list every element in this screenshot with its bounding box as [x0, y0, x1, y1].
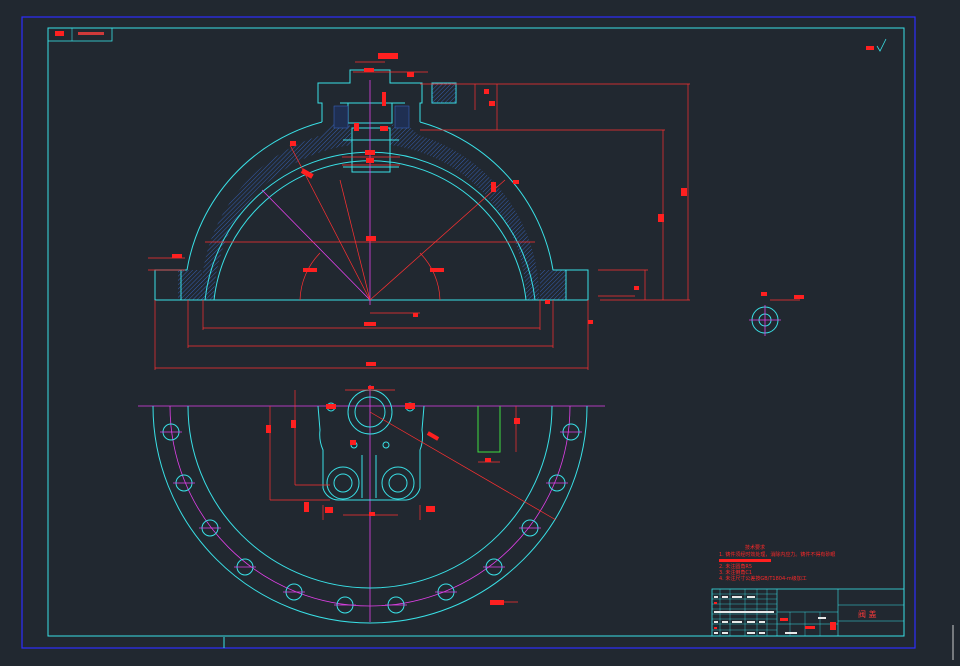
- hatched-dome-wall-right: [390, 122, 540, 300]
- hatched-flange-right: [540, 270, 566, 300]
- drawing-code-box: [47, 27, 113, 42]
- plan-view[interactable]: [138, 385, 605, 624]
- part-name: 阀 盖: [858, 609, 877, 619]
- cad-drawing-canvas[interactable]: 技术要求 1. 铸件须经时效处理，消除内应力。铸件不得有砂眼 2. 未注圆角R5…: [0, 0, 960, 666]
- front-section-view[interactable]: [148, 53, 804, 370]
- hatched-dome-wall: [200, 122, 352, 300]
- slot-feature: [477, 406, 501, 453]
- tech-req-item-1: 1. 铸件须经时效处理，消除内应力。铸件不得有砂眼: [719, 551, 835, 558]
- title-block: 阀 盖: [711, 588, 905, 637]
- roughness-symbol: [866, 38, 887, 52]
- tech-req-item-3: 3. 未注倒角C1: [719, 569, 752, 576]
- technical-requirements: 技术要求 1. 铸件须经时效处理，消除内应力。铸件不得有砂眼 2. 未注圆角R5…: [719, 544, 835, 582]
- tech-req-item-2: 2. 未注圆角R5: [719, 563, 752, 570]
- tech-req-heading: 技术要求: [745, 544, 765, 551]
- diagonal-centerline: [261, 189, 371, 301]
- tech-req-item-4: 4. 未注尺寸公差按GB/T1804-m级加工: [719, 575, 807, 582]
- hatched-flange-left: [178, 270, 202, 300]
- bolt-holes: [160, 423, 582, 614]
- side-detail-view: [749, 292, 804, 336]
- inner-frame: [47, 27, 905, 637]
- dimension-labels: [172, 53, 687, 366]
